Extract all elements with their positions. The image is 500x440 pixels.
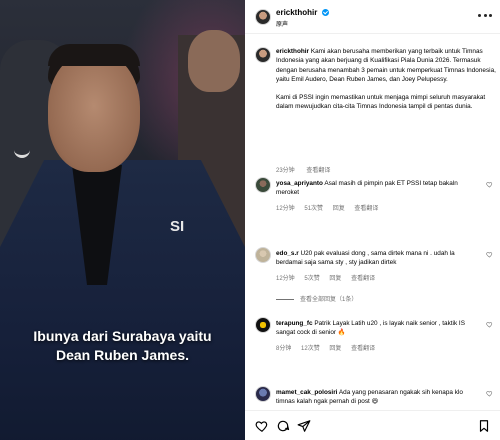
heart-icon[interactable] [255, 419, 269, 433]
comment-likes[interactable]: 12次赞 [301, 346, 320, 352]
comment-time: 12分钟 [276, 276, 295, 282]
comment-username[interactable]: terapung_fc [276, 320, 313, 327]
video-subtitle-line-2: Dean Ruben James. [55, 347, 190, 363]
speaker-hair-top [48, 44, 140, 66]
comment-meta: 12分钟 51次赞 回复 查看翻译 [276, 203, 386, 212]
verified-badge-icon [322, 9, 329, 16]
comment-time: 8分钟 [276, 346, 292, 352]
comment-body: edo_s.r U20 pak evaluasi dong , sama dir… [276, 249, 481, 268]
comments-scroll-area[interactable]: erickthohir Kami akan berusaha memberika… [245, 35, 500, 410]
comment-body: mamet_cak_polosiri Ada yang penasaran ng… [276, 388, 481, 407]
speaker-jacket [0, 160, 245, 440]
caption-time: 23分钟 [276, 168, 295, 174]
video-subtitle-line-1: Ibunya dari Surabaya yaitu [33, 328, 212, 344]
post-action-bar [245, 410, 500, 440]
post-header: erickthohir 原声 [245, 0, 500, 34]
comment-meta: 8分钟 12次赞 回复 查看翻译 [276, 343, 383, 352]
caption-paragraph-1: Kami akan berusaha memberikan yang terba… [276, 48, 496, 83]
caption-see-translation[interactable]: 查看翻译 [306, 168, 330, 174]
like-comment-heart-icon[interactable] [486, 321, 493, 328]
caption-author-avatar[interactable] [255, 47, 271, 63]
author-avatar[interactable] [255, 9, 271, 25]
author-username[interactable]: erickthohir [276, 8, 317, 17]
audio-label[interactable]: 原声 [276, 19, 288, 28]
commenter-avatar[interactable] [255, 317, 271, 333]
comment-icon[interactable] [276, 419, 290, 433]
comment-see-translation[interactable]: 查看翻译 [351, 276, 375, 282]
comment-time: 12分钟 [276, 206, 295, 212]
like-comment-heart-icon[interactable] [486, 251, 493, 258]
comment-likes[interactable]: 51次赞 [304, 206, 323, 212]
comment-username[interactable]: yosa_apriyanto [276, 180, 323, 187]
comment-username[interactable]: edo_s.r [276, 250, 299, 257]
more-options-icon[interactable] [478, 14, 492, 18]
comment-likes[interactable]: 5次赞 [304, 276, 319, 282]
comment-username[interactable]: mamet_cak_polosiri [276, 389, 337, 396]
post-detail-panel: erickthohir 原声 erickthohir Kami akan ber… [245, 0, 500, 440]
jacket-brand-mark: SI [170, 218, 185, 235]
comment-see-translation[interactable]: 查看翻译 [354, 206, 378, 212]
view-replies-link[interactable]: 查看全部回复（1条） [276, 294, 357, 303]
commenter-avatar[interactable] [255, 177, 271, 193]
commenter-avatar[interactable] [255, 386, 271, 402]
comment-body: terapung_fc Patrik Layak Latih u20 , is … [276, 319, 481, 338]
like-comment-heart-icon[interactable] [486, 390, 493, 397]
comment-meta: 12分钟 5次赞 回复 查看翻译 [276, 273, 383, 282]
caption-paragraph-2: Kami di PSSI ingin memastikan untuk menj… [276, 94, 486, 111]
comment-reply-button[interactable]: 回复 [329, 276, 341, 282]
caption-meta: 23分钟 查看翻译 [276, 165, 340, 174]
like-comment-heart-icon[interactable] [486, 181, 493, 188]
bookmark-icon[interactable] [477, 419, 491, 433]
comment-see-translation[interactable]: 查看翻译 [351, 346, 375, 352]
post-media-video[interactable]: SI Ibunya dari Surabaya yaitu Dean Ruben… [0, 0, 245, 440]
caption-username[interactable]: erickthohir [276, 48, 309, 55]
speaker-face [48, 52, 140, 172]
caption-text: erickthohir Kami akan berusaha memberika… [276, 47, 498, 121]
comment-reply-button[interactable]: 回复 [333, 206, 345, 212]
comment-body: yosa_apriyanto Asal masih di pimpin pak … [276, 179, 481, 198]
commenter-avatar[interactable] [255, 247, 271, 263]
comment-text: U20 pak evaluasi dong , sama dirtek mana… [276, 250, 455, 267]
comment-reply-button[interactable]: 回复 [329, 346, 341, 352]
share-icon[interactable] [297, 419, 311, 433]
